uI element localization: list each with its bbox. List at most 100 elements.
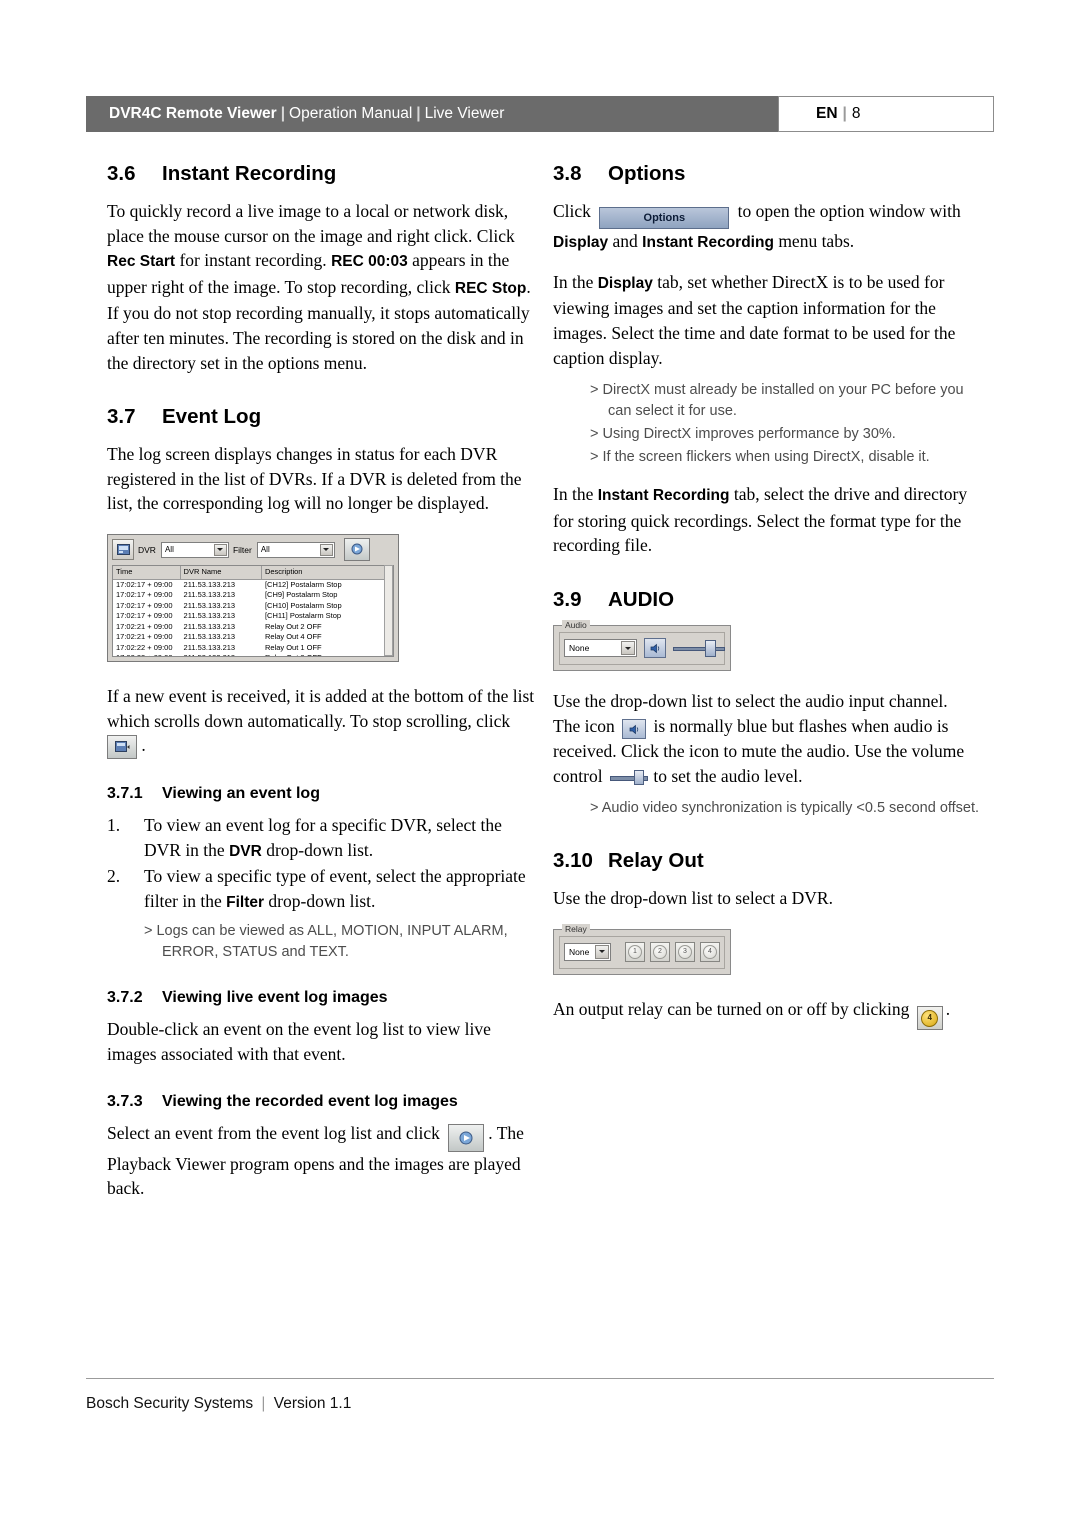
volume-slider[interactable] — [609, 769, 648, 785]
cell-description: [CH12] Postalarm Stop — [264, 579, 342, 589]
options-button[interactable]: Options — [599, 207, 730, 230]
bold-instant-recording-tab: Instant Recording — [597, 487, 730, 505]
relay-dvr-value: None — [569, 946, 590, 957]
paragraph-options-tabs: Display and Instant Recording menu tabs. — [553, 229, 983, 256]
heading-3-8: 3.8 Options — [553, 162, 983, 186]
heading-3-7-3-title: Viewing the recorded event log images — [162, 1092, 458, 1110]
audio-channel-dropdown[interactable]: None — [564, 639, 638, 658]
cell-description: [CH10] Postalarm Stop — [264, 600, 342, 610]
heading-3-7-1: 3.7.1 Viewing an event log — [107, 785, 537, 803]
event-log-table[interactable]: Time DVR Name Description 17:02:17 + 09:… — [112, 564, 394, 657]
header-separator-1: | — [280, 105, 286, 122]
heading-3-7-1-title: Viewing an event log — [162, 785, 320, 803]
speaker-icon[interactable] — [644, 638, 666, 659]
text-part: If a new event is received, it is added … — [107, 685, 535, 731]
audio-controls-row: None — [564, 638, 725, 659]
relay-button-3[interactable]: 3 — [675, 941, 695, 962]
cell-dvr-name: 211.53.133.213 — [183, 642, 236, 652]
table-row[interactable]: 17:02:17 + 09:00 211.53.133.213 [CH11] P… — [113, 611, 393, 622]
note-directx-flicker: > If the screen flickers when using Dire… — [590, 449, 930, 466]
header-manual-name: Operation Manual — [289, 105, 413, 122]
heading-3-7-3-number: 3.7.3 — [107, 1092, 143, 1110]
filter-dropdown[interactable]: All — [256, 541, 335, 558]
event-log-scrollbar[interactable] — [384, 564, 393, 656]
paragraph-relay-toggle: An output relay can be turned on or off … — [553, 997, 983, 1031]
list-number: 1. — [107, 815, 121, 836]
page-footer: Bosch Security Systems | Version 1.1 — [86, 1395, 351, 1413]
relay-output-buttons: 1 2 3 4 — [625, 941, 720, 962]
cell-description: Relay Out 4 OFF — [264, 632, 322, 642]
audio-panel-screenshot: Audio None — [553, 620, 731, 672]
bold-filter: Filter — [226, 893, 265, 911]
text-part: In the — [553, 271, 598, 292]
chevron-down-icon[interactable] — [319, 543, 333, 556]
left-column: 3.6 Instant Recording To quickly record … — [107, 162, 537, 1201]
volume-slider[interactable] — [672, 639, 725, 658]
note-audio-sync: > Audio video synchronization is typical… — [590, 800, 980, 817]
bold-instant-recording: Instant Recording — [642, 234, 774, 252]
chevron-down-icon[interactable] — [213, 543, 227, 556]
heading-3-9: 3.9 AUDIO — [553, 588, 983, 612]
relay-button-4[interactable]: 4 — [700, 941, 720, 962]
text-part: To quickly record a live image to a loca… — [107, 201, 515, 246]
table-row[interactable]: 17:02:22 + 09:00 211.53.133.213 Relay Ou… — [113, 653, 393, 656]
list-item: 2. To view a specific type of event, sele… — [107, 864, 537, 915]
relay-button-1[interactable]: 1 — [625, 941, 645, 962]
heading-3-9-title: AUDIO — [608, 588, 675, 612]
bold-rec-stop: REC Stop — [454, 279, 527, 297]
relay-output-icon[interactable]: 4 — [916, 1006, 943, 1031]
chevron-down-icon[interactable] — [621, 641, 636, 656]
column-header-dvr-name: DVR Name — [181, 565, 262, 579]
text-part: Select an event from the event log list … — [107, 1122, 445, 1143]
relay-button-3-label: 3 — [678, 944, 692, 959]
heading-3-9-number: 3.9 — [553, 588, 582, 612]
relay-button-2-label: 2 — [653, 944, 667, 959]
footer-company: Bosch Security Systems — [86, 1395, 254, 1412]
note-directx-performance: > Using DirectX improves performance by … — [590, 426, 896, 443]
dvr-list-icon[interactable] — [112, 539, 134, 561]
table-row[interactable]: 17:02:21 + 09:00 211.53.133.213 Relay Ou… — [113, 622, 393, 633]
options-button-label: Options — [643, 212, 686, 224]
chevron-down-icon[interactable] — [595, 944, 609, 959]
table-row[interactable]: 17:02:17 + 09:00 211.53.133.213 [CH10] P… — [113, 601, 393, 612]
table-row[interactable]: 17:02:17 + 09:00 211.53.133.213 [CH9] Po… — [113, 590, 393, 601]
paragraph-recorded-event-images: Select an event from the event log list … — [107, 1121, 537, 1201]
event-log-screenshot: DVR All Filter All Time DVR Name Descrip… — [107, 533, 399, 662]
heading-3-10: 3.10 Relay Out — [553, 849, 983, 873]
cell-time: 17:02:17 + 09:00 — [116, 590, 173, 600]
volume-slider-knob[interactable] — [633, 769, 644, 785]
dvr-dropdown[interactable]: All — [160, 541, 229, 558]
header-language-code: EN — [816, 105, 838, 122]
text-part: An output relay can be turned on or off … — [553, 998, 914, 1019]
cell-time: 17:02:17 + 09:00 — [116, 611, 173, 621]
header-page-number: 8 — [851, 105, 861, 122]
table-row[interactable]: 17:02:21 + 09:00 211.53.133.213 Relay Ou… — [113, 632, 393, 643]
heading-3-8-number: 3.8 — [553, 162, 582, 185]
relay-button-4-label: 4 — [703, 944, 717, 959]
paragraph-options-click: Click Options to open the option window … — [553, 199, 983, 230]
right-column: 3.8 Options Click Options to open the op… — [553, 162, 983, 1031]
table-row[interactable]: 17:02:17 + 09:00 211.53.133.213 [CH12] P… — [113, 580, 393, 591]
speaker-icon[interactable] — [622, 719, 647, 740]
heading-3-7-2-number: 3.7.2 — [107, 989, 143, 1007]
event-log-header-row: Time DVR Name Description — [113, 565, 393, 580]
heading-3-10-number: 3.10 — [553, 849, 593, 873]
cell-dvr-name: 211.53.133.213 — [181, 653, 262, 656]
text-part: drop-down list. — [261, 839, 374, 860]
note-directx-install: > DirectX must already be installed on y… — [590, 382, 964, 420]
cell-description: Relay Out 1 OFF — [264, 642, 322, 652]
header-page-box: EN | 8 — [778, 96, 994, 132]
cell-time: 17:02:22 + 09:00 — [113, 653, 181, 656]
heading-3-7-number: 3.7 — [107, 405, 136, 429]
volume-slider-knob[interactable] — [705, 640, 716, 658]
list-viewing-event-log: 1. To view an event log for a specific DV… — [107, 813, 537, 915]
table-row[interactable]: 17:02:22 + 09:00 211.53.133.213 Relay Ou… — [113, 643, 393, 654]
playback-viewer-icon[interactable] — [448, 1123, 485, 1152]
relay-dvr-dropdown[interactable]: None — [564, 942, 611, 961]
text-part: Click — [553, 201, 596, 221]
playback-viewer-icon[interactable] — [343, 538, 370, 562]
stop-scroll-icon[interactable] — [107, 735, 137, 760]
relay-button-2[interactable]: 2 — [650, 941, 670, 962]
cell-time: 17:02:21 + 09:00 — [116, 621, 173, 631]
cell-description: Relay Out 3 OFF — [262, 653, 393, 656]
